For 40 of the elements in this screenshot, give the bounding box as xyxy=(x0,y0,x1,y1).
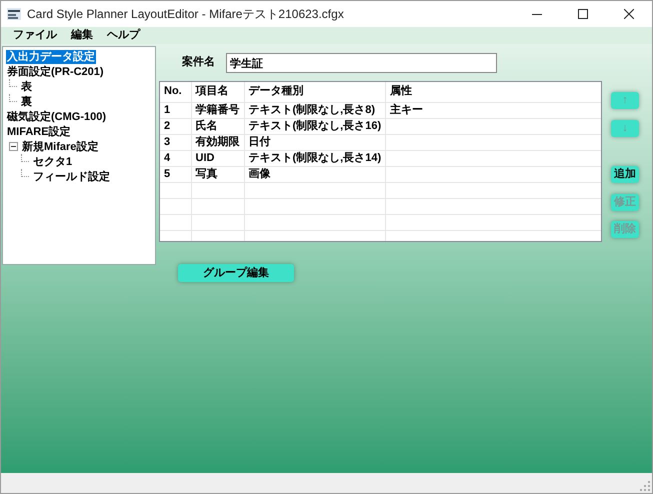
case-name-field[interactable]: 学生証 xyxy=(226,53,497,73)
table-cell: テキスト(制限なし,長さ8) xyxy=(244,102,386,118)
table-cell: 氏名 xyxy=(191,118,244,134)
table-cell: 1 xyxy=(160,102,191,118)
window-title: Card Style Planner LayoutEditor - Mifareテスト210623.cfgx xyxy=(27,6,344,23)
tree-item[interactable]: 表 xyxy=(20,80,33,94)
table-cell: 2 xyxy=(160,118,191,134)
resize-grip-icon[interactable] xyxy=(640,481,650,491)
group-edit-button[interactable]: グループ編集 xyxy=(178,264,294,282)
maximize-icon[interactable] xyxy=(578,9,588,19)
tree-item[interactable]: 入出力データ設定 xyxy=(6,50,96,64)
table-cell: テキスト(制限なし,長さ16) xyxy=(244,118,386,134)
tree-item[interactable]: 裏 xyxy=(20,94,33,108)
column-header[interactable]: データ種別 xyxy=(244,82,386,102)
tree-item[interactable]: 券面設定(PR-C201) xyxy=(6,64,105,78)
table-cell: UID xyxy=(191,150,244,166)
case-name-label: 案件名 xyxy=(182,54,215,70)
table-cell: 4 xyxy=(160,150,191,166)
menu-item[interactable]: ファイル xyxy=(7,27,63,44)
menu-item[interactable]: ヘルプ xyxy=(101,27,146,44)
tree-item[interactable]: MIFARE設定 xyxy=(6,124,72,138)
tree-item[interactable]: 新規Mifare設定 xyxy=(21,140,100,154)
collapse-icon[interactable] xyxy=(9,142,18,151)
table-cell: 5 xyxy=(160,166,191,182)
table-cell: テキスト(制限なし,長さ14) xyxy=(244,150,386,166)
table-cell: 3 xyxy=(160,134,191,150)
tree-item[interactable]: 磁気設定(CMG-100) xyxy=(6,110,108,124)
tree-item[interactable]: フィールド設定 xyxy=(32,170,111,184)
column-header[interactable]: No. xyxy=(160,82,191,102)
table-cell: 画像 xyxy=(244,166,386,182)
table-cell: 写真 xyxy=(191,166,244,182)
table-cell: 有効期限 xyxy=(191,134,244,150)
table-cell: 学籍番号 xyxy=(191,102,244,118)
tree-item[interactable]: セクタ1 xyxy=(32,154,74,168)
table-cell: 日付 xyxy=(244,134,386,150)
close-icon[interactable] xyxy=(624,9,634,19)
column-header[interactable]: 項目名 xyxy=(191,82,244,102)
menu-item[interactable]: 編集 xyxy=(65,27,99,44)
app-icon xyxy=(7,8,21,20)
side-button[interactable]: 追加 xyxy=(611,166,639,183)
